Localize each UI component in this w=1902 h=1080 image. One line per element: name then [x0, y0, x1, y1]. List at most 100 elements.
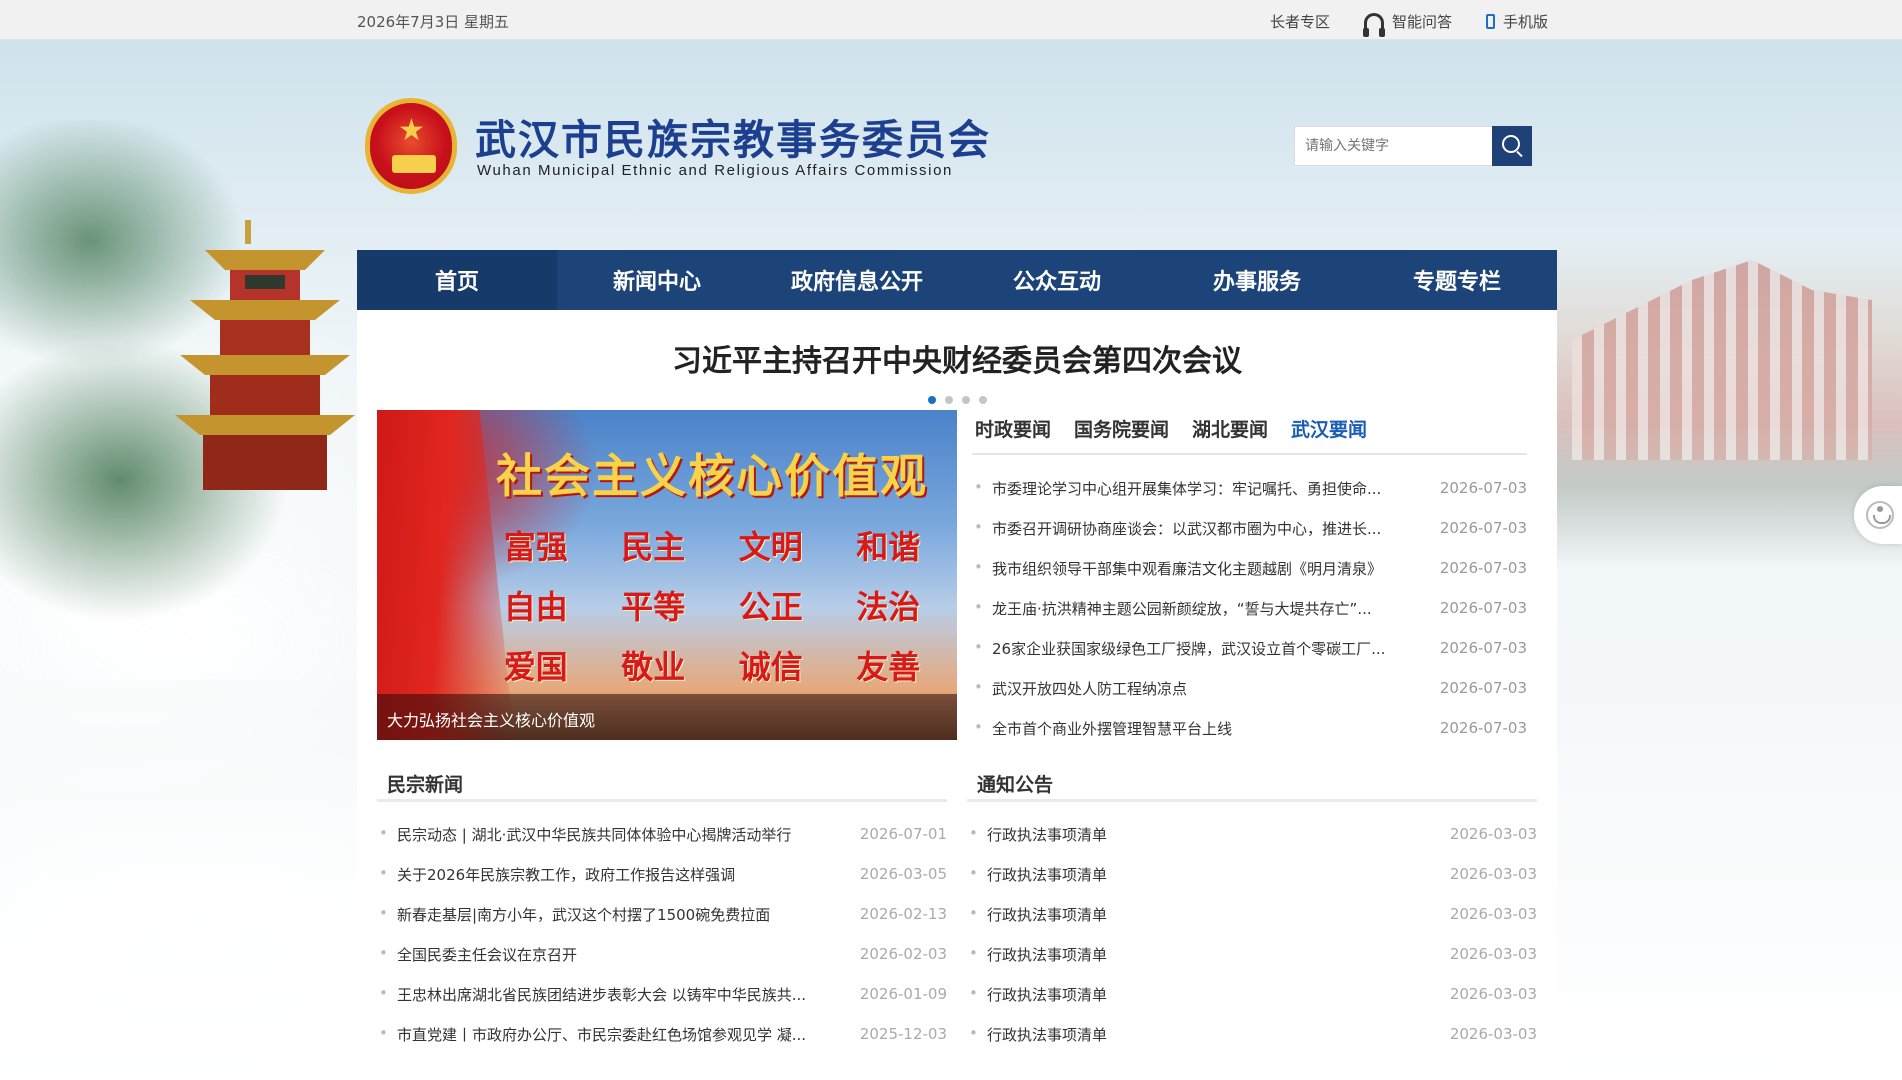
news-list: 市委理论学习中心组开展集体学习：牢记嘱托、勇担使命...2026-07-03市委…	[972, 468, 1527, 748]
notices-list: 行政执法事项清单2026-03-03行政执法事项清单2026-03-03行政执法…	[967, 814, 1537, 1054]
search-bar	[1294, 126, 1532, 166]
mobile-version-label: 手机版	[1502, 13, 1548, 31]
news-item-title[interactable]: 龙王庙·抗洪精神主题公园新颜绽放，“誓与大堤共存亡”...	[972, 598, 1372, 619]
yellow-crane-tower-illustration	[175, 220, 355, 490]
notice-title[interactable]: 行政执法事项清单	[967, 824, 1107, 845]
notice-date: 2026-03-03	[1449, 945, 1537, 963]
nav-item[interactable]: 公众互动	[957, 250, 1157, 310]
ethnic-news-date: 2026-07-01	[859, 825, 947, 843]
site-subtitle-english: Wuhan Municipal Ethnic and Religious Aff…	[477, 162, 953, 179]
ethnic-news-title[interactable]: 关于2026年民族宗教工作，政府工作报告这样强调	[377, 864, 735, 885]
featured-banner[interactable]: 社会主义核心价值观 富强 民主 文明 和谐 自由 平等 公正 法治 爱国 敬业 诚信 友善 大力弘扬社…	[377, 410, 957, 740]
notice-item: 行政执法事项清单 2026-03-03	[967, 934, 1537, 974]
ethnic-news-title[interactable]: 新春走基层|南方小年，武汉这个村摆了1500碗免费拉面	[377, 904, 770, 925]
news-item-title[interactable]: 全市首个商业外摆管理智慧平台上线	[972, 718, 1232, 739]
notice-title[interactable]: 行政执法事项清单	[967, 984, 1107, 1005]
news-tabs: 时政要闻 国务院要闻 湖北要闻 武汉要闻	[972, 415, 1527, 455]
ethnic-news-title[interactable]: 市直党建丨市政府办公厅、市民宗委赴红色场馆参观见学 凝...	[377, 1024, 806, 1045]
news-item-title[interactable]: 武汉开放四处人防工程纳凉点	[972, 678, 1187, 699]
news-item-date: 2026-07-03	[1439, 479, 1527, 497]
core-value-label: 文明	[738, 528, 803, 566]
news-tab[interactable]: 时政要闻	[972, 415, 1051, 453]
utility-links: 长者专区 智能问答 手机版	[1270, 11, 1548, 37]
search-button[interactable]	[1492, 126, 1532, 166]
ethnic-news-title[interactable]: 民宗动态 | 湖北·武汉中华民族共同体体验中心揭牌活动举行	[377, 824, 791, 845]
ethnic-news-list: 民宗动态 | 湖北·武汉中华民族共同体体验中心揭牌活动举行 2026-07-01 关…	[377, 814, 947, 1054]
news-item: 市委理论学习中心组开展集体学习：牢记嘱托、勇担使命... 2026-07-03	[972, 468, 1527, 508]
mobile-version-link[interactable]: 手机版	[1485, 11, 1548, 32]
core-value-label: 和谐	[856, 528, 921, 566]
national-emblem-logo	[365, 98, 457, 194]
ethnic-news-heading[interactable]: 民宗新闻	[377, 760, 947, 802]
core-value-label: 平等	[621, 588, 686, 626]
news-tab[interactable]: 湖北要闻	[1189, 415, 1268, 453]
news-item-date: 2026-07-03	[1439, 719, 1527, 737]
notice-title[interactable]: 行政执法事项清单	[967, 944, 1107, 965]
notice-title[interactable]: 行政执法事项清单	[967, 1024, 1107, 1045]
search-icon	[1502, 135, 1520, 153]
accessibility-icon	[1866, 501, 1894, 529]
news-item-date: 2026-07-03	[1439, 679, 1527, 697]
carousel-dot[interactable]	[961, 396, 970, 404]
nav-item[interactable]: 新闻中心	[557, 250, 757, 310]
news-tab[interactable]: 国务院要闻	[1071, 415, 1169, 453]
news-item-title[interactable]: 26家企业获国家级绿色工厂授牌，武汉设立首个零碳工厂...	[972, 638, 1385, 659]
news-item: 26家企业获国家级绿色工厂授牌，武汉设立首个零碳工厂... 2026-07-03	[972, 628, 1527, 668]
news-item-title[interactable]: 市委召开调研协商座谈会：以武汉都市圈为中心，推进长...	[972, 518, 1381, 539]
nav-item[interactable]: 专题专栏	[1357, 250, 1557, 310]
news-item-date: 2026-07-03	[1439, 559, 1527, 577]
search-input[interactable]	[1294, 126, 1492, 166]
news-item-title[interactable]: 市委理论学习中心组开展集体学习：牢记嘱托、勇担使命...	[972, 478, 1381, 499]
notices-heading[interactable]: 通知公告	[967, 760, 1537, 802]
main-navigation: 首页 新闻中心 政府信息公开 公众互动 办事服务 专题专栏	[357, 250, 1557, 310]
ethnic-news-date: 2026-01-09	[859, 985, 947, 1003]
notice-item: 行政执法事项清单 2026-03-03	[967, 814, 1537, 854]
ethnic-news-date: 2026-02-03	[859, 945, 947, 963]
core-value-label: 法治	[856, 588, 921, 626]
notice-date: 2026-03-03	[1449, 1025, 1537, 1043]
notice-date: 2026-03-03	[1449, 825, 1537, 843]
news-item: 龙王庙·抗洪精神主题公园新颜绽放，“誓与大堤共存亡”... 2026-07-03	[972, 588, 1527, 628]
news-item-date: 2026-07-03	[1439, 519, 1527, 537]
notice-item: 行政执法事项清单 2026-03-03	[967, 974, 1537, 1014]
nav-item[interactable]: 办事服务	[1157, 250, 1357, 310]
banner-panel: 社会主义核心价值观 富强 民主 文明 和谐 自由 平等 公正 法治 爱国 敬业 诚信 友善	[477, 440, 947, 690]
notice-title[interactable]: 行政执法事项清单	[967, 904, 1107, 925]
elder-zone-label: 长者专区	[1269, 13, 1330, 31]
notice-date: 2026-03-03	[1449, 985, 1537, 1003]
ethnic-news-title[interactable]: 王忠林出席湖北省民族团结进步表彰大会 以铸牢中华民族共...	[377, 984, 806, 1005]
ethnic-news-item: 新春走基层|南方小年，武汉这个村摆了1500碗免费拉面 2026-02-13	[377, 894, 947, 934]
core-value-label: 敬业	[621, 648, 686, 686]
ethnic-news-item: 市直党建丨市政府办公厅、市民宗委赴红色场馆参观见学 凝... 2025-12-03	[377, 1014, 947, 1054]
ethnic-news-date: 2026-03-05	[859, 865, 947, 883]
carousel-dot[interactable]	[927, 396, 936, 404]
notices-column: 通知公告 行政执法事项清单 2026-03-03 行政执法事项清单 2026-03-0…	[967, 760, 1537, 1054]
core-value-label: 富强	[503, 528, 568, 566]
core-value-label: 爱国	[503, 648, 568, 686]
elder-zone-link[interactable]: 长者专区	[1270, 11, 1330, 32]
news-item-title[interactable]: 我市组织领导干部集中观看廉洁文化主题越剧《明月清泉》	[972, 558, 1382, 579]
notice-item: 行政执法事项清单 2026-03-03	[967, 854, 1537, 894]
notice-title[interactable]: 行政执法事项清单	[967, 864, 1107, 885]
core-value-label: 民主	[621, 528, 686, 566]
notice-item: 行政执法事项清单 2026-03-03	[967, 1014, 1537, 1054]
headline-title[interactable]: 习近平主持召开中央财经委员会第四次会议	[357, 336, 1557, 379]
ethnic-news-title[interactable]: 全国民委主任会议在京召开	[377, 944, 577, 965]
smart-qa-link[interactable]: 智能问答	[1362, 11, 1452, 37]
core-value-label: 诚信	[738, 648, 803, 686]
core-values-grid: 富强 民主 文明 和谐 自由 平等 公正 法治 爱国 敬业 诚信 友善	[477, 522, 947, 688]
news-item: 我市组织领导干部集中观看廉洁文化主题越剧《明月清泉》 2026-07-03	[972, 548, 1527, 588]
news-item-date: 2026-07-03	[1439, 639, 1527, 657]
carousel-dot[interactable]	[978, 396, 987, 404]
carousel-dot[interactable]	[944, 396, 953, 404]
ethnic-news-date: 2026-02-13	[859, 905, 947, 923]
core-value-label: 自由	[503, 588, 568, 626]
top-utility-bar: 2026年7月3日 星期五 长者专区 智能问答 手机版	[0, 0, 1902, 40]
nav-item[interactable]: 政府信息公开	[757, 250, 957, 310]
banner-caption: 大力弘扬社会主义核心价值观	[377, 694, 957, 740]
news-tab[interactable]: 武汉要闻	[1288, 415, 1367, 453]
mobile-phone-icon	[1485, 14, 1495, 29]
nav-item[interactable]: 首页	[357, 250, 557, 310]
notice-date: 2026-03-03	[1449, 865, 1537, 883]
site-title: 武汉市民族宗教事务委员会	[475, 116, 991, 164]
